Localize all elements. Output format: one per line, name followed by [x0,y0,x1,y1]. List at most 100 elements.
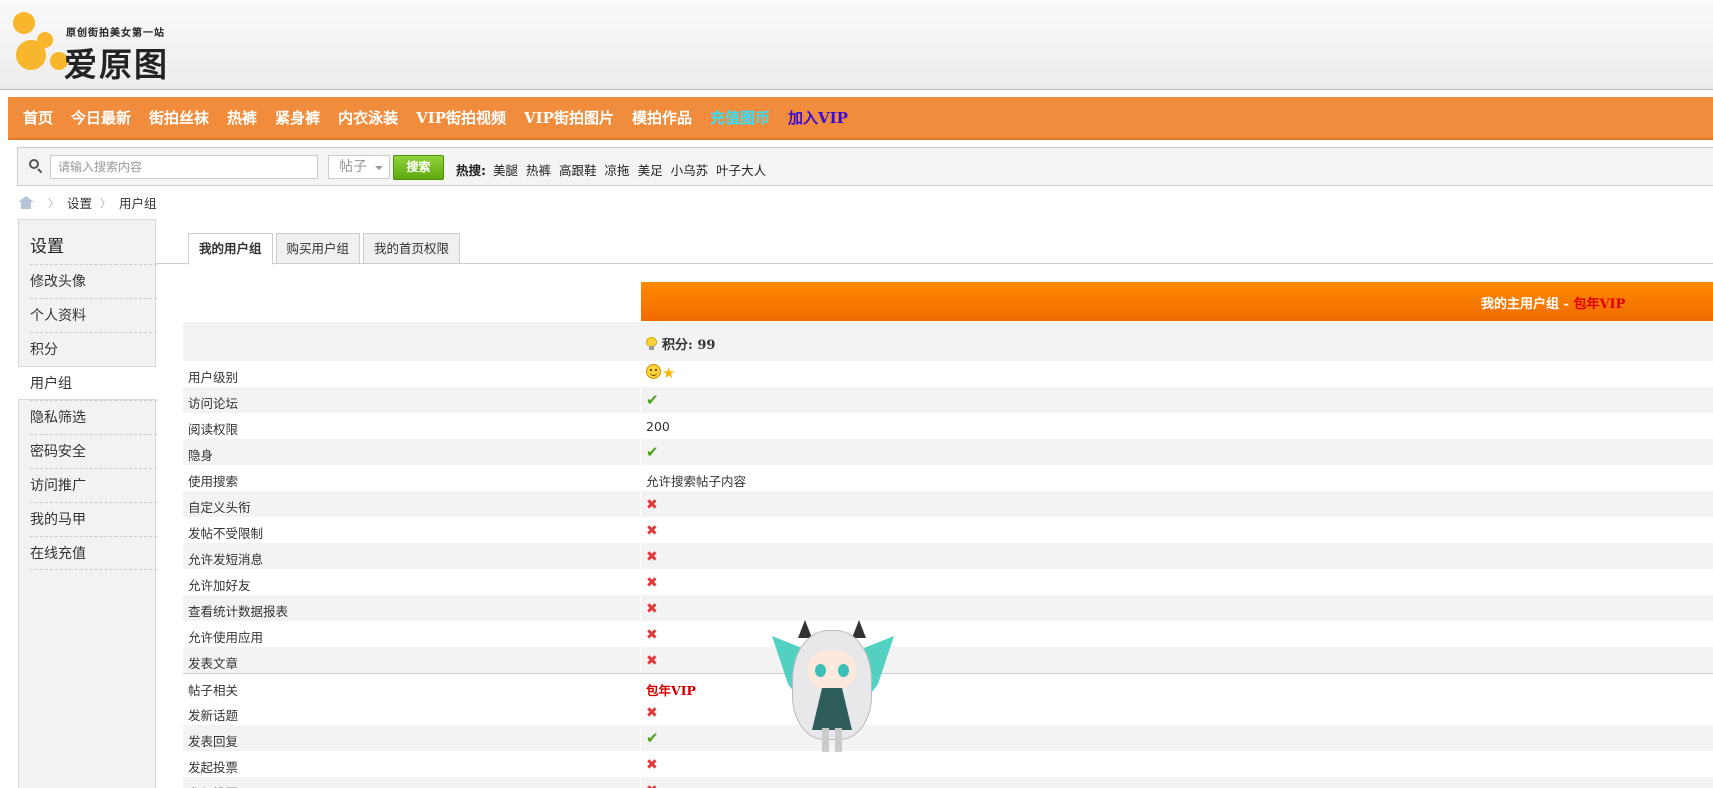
score-value: 积分: 99 [646,334,715,353]
table-row: 使用搜索 允许搜索帖子内容 [183,465,1713,491]
hot-keyword[interactable]: 热裤 [526,160,551,179]
mascot-eye [838,664,849,677]
score-row: 积分: 99 [183,321,1713,361]
sidebar-item-profile[interactable]: 个人资料 [30,298,157,332]
nav-item-swimwear[interactable]: 内衣泳装 [329,107,407,128]
table-row: 用户级别 ★ [183,361,1713,387]
row-label: 自定义头衔 [188,500,251,515]
section-row: 帖子相关 包年VIP [183,673,1713,699]
breadcrumb: 〉 设置 〉 用户组 [18,193,157,212]
tab-buy-usergroup[interactable]: 购买用户组 [275,233,361,264]
row-label: 访问论坛 [188,396,239,411]
sidebar-item-credits[interactable]: 积分 [30,332,157,366]
nav-item-tights[interactable]: 紧身裤 [266,107,329,128]
row-label: 允许发短消息 [188,552,264,567]
group-name: 包年VIP [1573,297,1626,312]
smiley-icon [646,364,661,379]
cross-icon: ✖ [646,497,658,513]
table-row: 发起投票 ✖ [183,751,1713,777]
hot-search: 热搜: 美腿 热裤 高跟鞋 凉拖 美足 小乌苏 叶子大人 [456,160,774,179]
row-value: ✖ [646,783,658,788]
hot-keyword[interactable]: 小乌苏 [671,160,709,179]
mascot-character[interactable] [770,618,895,758]
row-value: 200 [646,419,670,434]
cross-icon: ✖ [646,783,658,788]
sidebar-item-password[interactable]: 密码安全 [30,434,157,468]
section-label: 帖子相关 [188,683,239,698]
row-label: 发帖不受限制 [188,526,264,541]
cross-icon: ✖ [646,757,658,773]
table-row: 允许使用应用 ✖ [183,621,1713,647]
site-logo[interactable]: 原创街拍美女第一站 爱原图 [10,10,190,84]
chevron-down-icon [375,166,383,170]
cross-icon: ✖ [646,549,658,565]
row-label: 发表文章 [188,656,239,671]
hot-keyword[interactable]: 美腿 [493,160,518,179]
tab-my-usergroup[interactable]: 我的用户组 [188,233,273,265]
hot-keyword[interactable]: 美足 [638,160,663,179]
row-label: 参与投票 [188,783,238,788]
tab-home-permissions[interactable]: 我的首页权限 [363,233,461,264]
nav-item-vip-photos[interactable]: VIP街拍图片 [515,107,623,128]
search-icon [29,159,43,174]
score-label: 积分: 99 [662,338,716,353]
row-value: ✖ [646,575,658,590]
search-type-select[interactable]: 帖子 [328,155,390,179]
row-value: ✖ [646,523,658,538]
usergroup-tabs: 我的用户组 购买用户组 我的首页权限 [188,233,463,265]
sidebar-item-privacy[interactable]: 隐私筛选 [30,400,157,434]
table-row: 发新话题 ✖ [183,699,1713,725]
mascot-eye [815,664,826,677]
nav-item-latest[interactable]: 今日最新 [62,107,140,128]
sidebar-list: 修改头像 个人资料 积分 用户组 隐私筛选 密码安全 访问推广 我的马甲 在线充… [18,264,157,570]
row-label: 隐身 [188,448,214,463]
hot-keyword[interactable]: 叶子大人 [716,160,766,179]
table-row: 发表文章 ✖ [183,647,1713,673]
logo-tagline: 原创街拍美女第一站 [66,28,165,39]
chevron-right-icon: 〉 [48,196,59,210]
table-row: 阅读权限 200 [183,413,1713,439]
breadcrumb-settings[interactable]: 设置 [67,193,92,212]
search-input[interactable] [50,155,318,179]
sidebar-item-recharge[interactable]: 在线充值 [30,536,157,570]
sidebar-item-avatar[interactable]: 修改头像 [30,264,157,298]
row-value: ✖ [646,549,658,564]
nav-item-join-vip[interactable]: 加入VIP [779,107,857,128]
search-button[interactable]: 搜索 [393,155,444,180]
hot-search-label: 热搜: [456,163,486,178]
check-icon: ✔ [646,391,659,409]
hot-keyword[interactable]: 凉拖 [605,160,630,179]
settings-sidebar: 设置 修改头像 个人资料 积分 用户组 隐私筛选 密码安全 访问推广 我的马甲 … [18,219,157,788]
table-row: 查看统计数据报表 ✖ [183,595,1713,621]
nav-item-vip-video[interactable]: VIP街拍视频 [407,107,515,128]
nav-item-home[interactable]: 首页 [14,107,62,128]
table-row: 允许发短消息 ✖ [183,543,1713,569]
section-value: 包年VIP [646,683,696,698]
nav-item-model-works[interactable]: 模拍作品 [623,107,701,128]
row-value: ✖ [646,497,658,512]
check-icon: ✔ [646,443,659,461]
row-label: 使用搜索 [188,474,239,489]
row-value: ★ [646,364,675,382]
table-row: 允许加好友 ✖ [183,569,1713,595]
group-header-separator: - [1559,297,1574,312]
row-value: ✖ [646,653,658,668]
group-header-text: 我的主用户组 - 包年VIP [1481,293,1625,312]
row-value: ✖ [646,705,658,720]
main-nav: 首页 今日最新 街拍丝袜 热裤 紧身裤 内衣泳装 VIP街拍视频 VIP街拍图片… [8,97,1713,140]
search-type-value: 帖子 [339,159,367,175]
sidebar-item-promotion[interactable]: 访问推广 [30,468,157,502]
home-icon[interactable] [18,196,34,209]
group-header-label: 我的主用户组 [1481,297,1560,312]
nav-item-recharge[interactable]: 充值图币 [701,107,779,128]
sidebar-item-usergroup[interactable]: 用户组 [18,366,157,400]
cross-icon: ✖ [646,705,658,721]
breadcrumb-usergroup: 用户组 [119,196,157,211]
permissions-table: 我的主用户组 - 包年VIP 积分: 99 用户级别 ★ 访问论坛 ✔ 阅读权限 200 隐… [183,282,1713,788]
row-value: ✖ [646,627,658,642]
hot-keyword[interactable]: 高跟鞋 [559,160,597,179]
nav-item-stockings[interactable]: 街拍丝袜 [140,107,218,128]
sidebar-item-alias[interactable]: 我的马甲 [30,502,157,536]
nav-item-hotpants[interactable]: 热裤 [218,107,266,128]
row-value: ✔ [646,731,659,746]
